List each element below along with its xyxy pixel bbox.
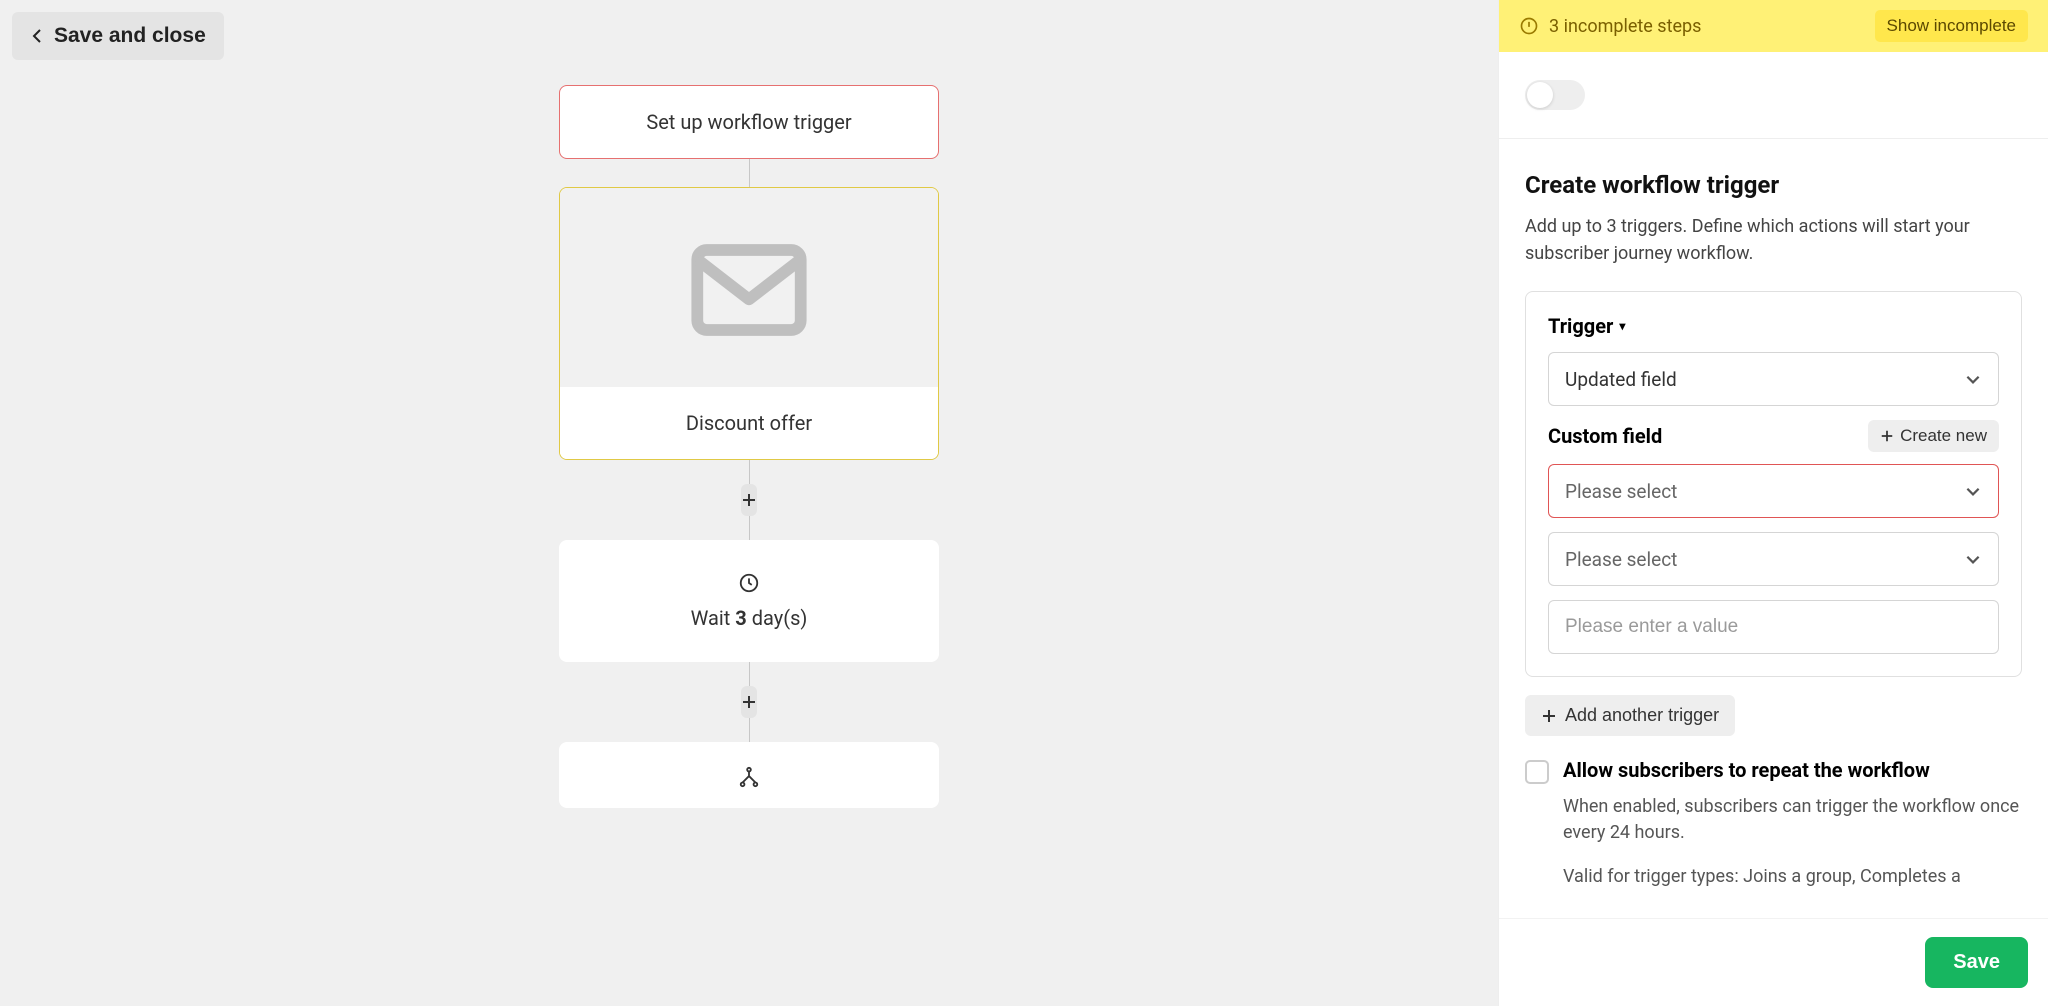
trigger-node-label: Set up workflow trigger	[646, 110, 851, 134]
plus-icon	[1880, 429, 1894, 443]
chevron-down-icon	[1964, 370, 1982, 388]
toggle-knob	[1527, 82, 1553, 108]
wait-days: 3	[735, 606, 746, 630]
add-another-trigger-button[interactable]: Add another trigger	[1525, 695, 1735, 736]
custom-field-select-placeholder: Please select	[1565, 480, 1677, 503]
add-trigger-label: Add another trigger	[1565, 705, 1719, 726]
plus-icon	[1541, 708, 1557, 724]
wait-suffix: day(s)	[747, 606, 808, 630]
wait-icon-row	[559, 572, 939, 594]
create-new-label: Create new	[1900, 426, 1987, 446]
repeat-workflow-checkbox[interactable]	[1525, 760, 1549, 784]
plus-icon	[741, 694, 757, 710]
show-incomplete-button[interactable]: Show incomplete	[1875, 10, 2028, 42]
workflow-toggle-row	[1499, 52, 2048, 139]
save-label: Save	[1953, 951, 2000, 973]
sidebar-content: Create workflow trigger Add up to 3 trig…	[1499, 139, 2048, 918]
repeat-workflow-desc: When enabled, subscribers can trigger th…	[1563, 794, 2022, 846]
wait-node[interactable]: Wait 3 day(s)	[559, 540, 939, 662]
panel-description: Add up to 3 triggers. Define which actio…	[1525, 213, 2022, 267]
email-node-label-row: Discount offer	[560, 387, 938, 459]
chevron-left-icon	[30, 28, 46, 44]
plus-icon	[741, 492, 757, 508]
add-step-button[interactable]	[741, 484, 757, 516]
operator-select-placeholder: Please select	[1565, 548, 1677, 571]
operator-select[interactable]: Please select	[1548, 532, 1999, 586]
email-node[interactable]: Discount offer	[559, 187, 939, 460]
sidebar: 3 incomplete steps Show incomplete Creat…	[1498, 0, 2048, 1006]
mail-icon	[690, 243, 808, 337]
save-and-close-label: Save and close	[54, 24, 206, 48]
save-button[interactable]: Save	[1925, 937, 2028, 988]
trigger-type-value: Updated field	[1565, 368, 1677, 391]
connector-with-add	[749, 460, 750, 540]
email-node-preview	[560, 188, 938, 387]
create-new-field-button[interactable]: Create new	[1868, 420, 1999, 452]
connector-with-add-2	[749, 662, 750, 742]
workflow-active-toggle[interactable]	[1525, 80, 1585, 110]
trigger-label[interactable]: Trigger	[1548, 314, 1999, 338]
panel-title: Create workflow trigger	[1525, 171, 2022, 199]
incomplete-text: 3 incomplete steps	[1549, 16, 1701, 37]
repeat-workflow-label: Allow subscribers to repeat the workflow	[1563, 758, 1930, 782]
workflow-canvas: Save and close Set up workflow trigger D…	[0, 0, 1498, 1006]
chevron-down-icon	[1964, 482, 1982, 500]
wait-prefix: Wait	[691, 606, 736, 630]
trigger-type-select[interactable]: Updated field	[1548, 352, 1999, 406]
alert-icon	[1519, 16, 1539, 36]
trigger-node[interactable]: Set up workflow trigger	[559, 85, 939, 159]
custom-field-label: Custom field	[1548, 424, 1662, 448]
workflow-column: Set up workflow trigger Discount offer W…	[559, 85, 939, 808]
incomplete-banner: 3 incomplete steps Show incomplete	[1499, 0, 2048, 52]
repeat-workflow-valid: Valid for trigger types: Joins a group, …	[1563, 864, 2022, 890]
wait-text: Wait 3 day(s)	[559, 606, 939, 630]
trigger-config-box: Trigger Updated field Custom field Creat…	[1525, 291, 2022, 677]
repeat-workflow-row: Allow subscribers to repeat the workflow	[1525, 758, 2022, 784]
show-incomplete-label: Show incomplete	[1887, 16, 2016, 35]
sidebar-footer: Save	[1499, 918, 2048, 1006]
condition-node[interactable]	[559, 742, 939, 808]
custom-field-select[interactable]: Please select	[1548, 464, 1999, 518]
clock-icon	[738, 572, 760, 594]
trigger-value-input[interactable]	[1548, 600, 1999, 654]
branch-icon	[738, 766, 760, 788]
email-node-label: Discount offer	[686, 411, 812, 435]
chevron-down-icon	[1964, 550, 1982, 568]
custom-field-row: Custom field Create new	[1548, 420, 1999, 452]
save-and-close-button[interactable]: Save and close	[12, 12, 224, 60]
connector	[749, 159, 750, 187]
add-step-button-2[interactable]	[741, 686, 757, 718]
